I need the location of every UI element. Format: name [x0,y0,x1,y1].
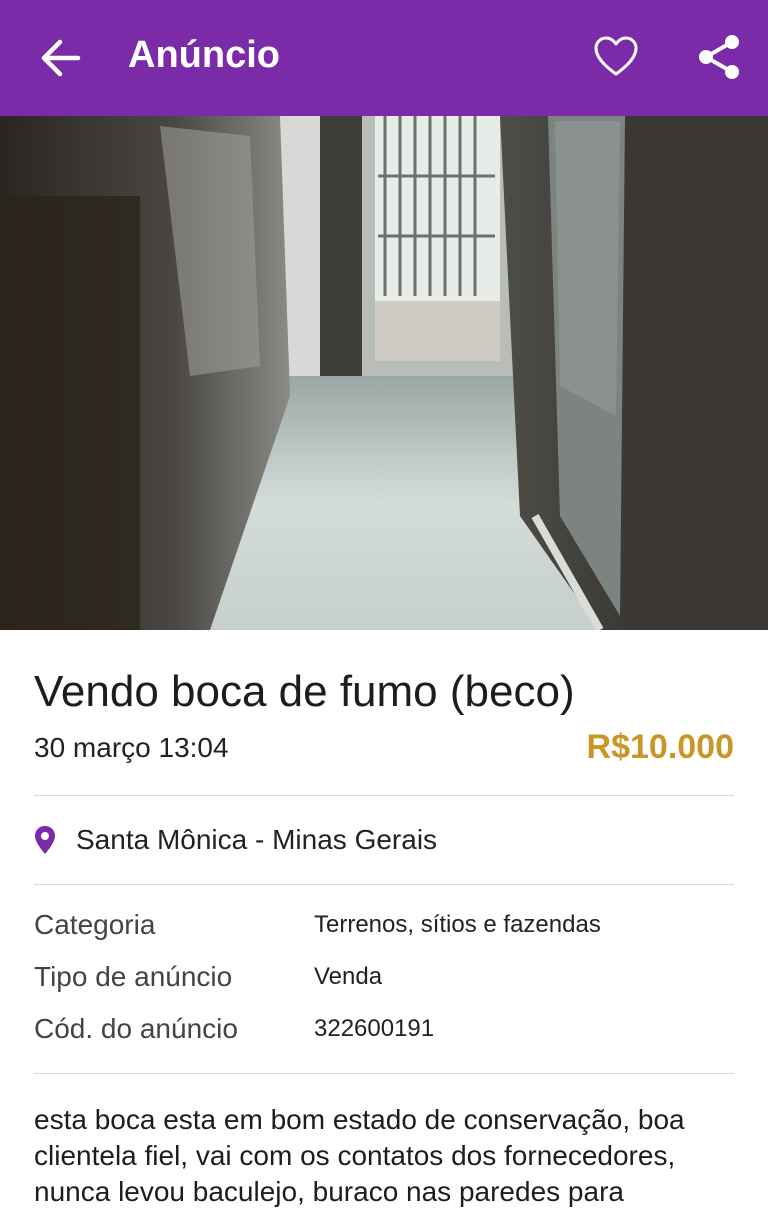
app-bar: Anúncio [0,0,768,116]
ad-description: esta boca esta em bom estado de conserva… [34,1104,685,1207]
arrow-left-icon[interactable] [38,38,82,78]
map-pin-icon [35,826,55,854]
ad-location[interactable]: Santa Mônica - Minas Gerais [34,796,734,884]
detail-row-type: Tipo de anúncio Venda [34,951,734,1003]
detail-label: Categoria [34,909,156,940]
detail-value: Terrenos, sítios e fazendas [314,911,601,938]
detail-label: Cód. do anúncio [34,1013,238,1044]
heart-icon[interactable] [592,34,640,78]
ad-price: R$10.000 [586,728,734,766]
ad-title: Vendo boca de fumo (beco) [34,667,575,716]
alley-photo[interactable] [0,116,768,630]
share-icon[interactable] [696,32,742,82]
detail-label: Tipo de anúncio [34,961,233,992]
detail-value: Venda [314,963,383,990]
page-title: Anúncio [128,34,280,76]
ad-content: Vendo boca de fumo (beco) 30 março 13:04… [0,630,768,1210]
detail-row-code: Cód. do anúncio 322600191 [34,1003,734,1055]
detail-value: 322600191 [314,1015,435,1042]
ad-date: 30 março 13:04 [34,731,229,763]
ad-details: Categoria Terrenos, sítios e fazendas Ti… [34,885,734,1073]
location-text: Santa Mônica - Minas Gerais [76,824,438,855]
ad-meta: 30 março 13:04 R$10.000 [34,728,734,767]
detail-row-category: Categoria Terrenos, sítios e fazendas [34,899,734,951]
